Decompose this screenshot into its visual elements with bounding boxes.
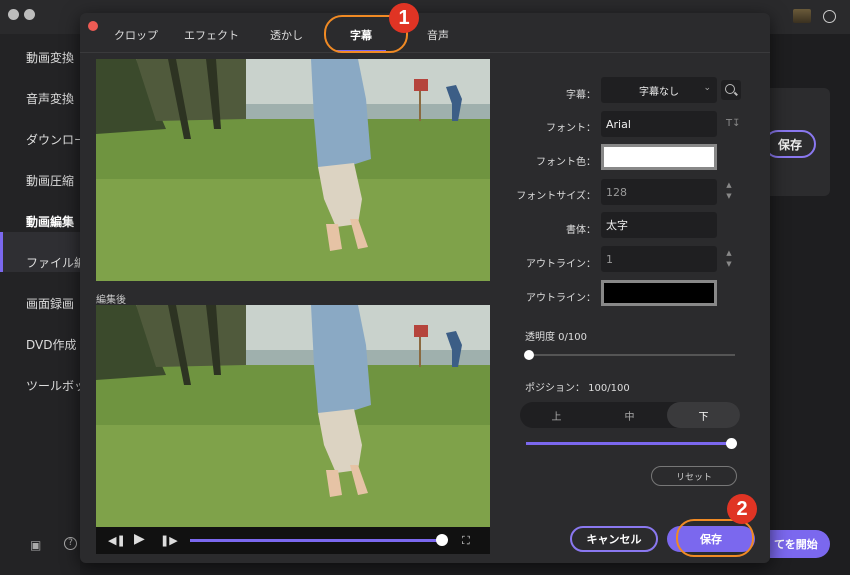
- annotation-highlight-save: [676, 519, 754, 557]
- user-thumbnail-icon[interactable]: [793, 9, 811, 23]
- sidebar-item-dvd[interactable]: DVD作成: [26, 336, 76, 353]
- playback-progress-knob[interactable]: [436, 534, 448, 546]
- sidebar-item-toolbox[interactable]: ツールボッ: [26, 377, 86, 394]
- preview-edited: [96, 305, 490, 527]
- playback-progress-track[interactable]: [190, 539, 442, 542]
- tab-watermark[interactable]: 透かし: [270, 27, 303, 43]
- tab-audio[interactable]: 音声: [427, 27, 449, 43]
- position-slider-knob[interactable]: [726, 438, 737, 449]
- play-icon[interactable]: ▶: [134, 531, 145, 547]
- previous-frame-icon[interactable]: ◀❚: [108, 534, 126, 547]
- chevron-down-icon: ⌄: [703, 83, 711, 93]
- position-option-middle[interactable]: 中: [593, 402, 666, 428]
- opacity-slider-track[interactable]: [529, 354, 735, 356]
- sidebar-item-video-edit[interactable]: 動画編集: [26, 213, 74, 230]
- sidebar-item-audio-convert[interactable]: 音声変換: [26, 90, 74, 107]
- position-slider-track[interactable]: [526, 442, 734, 445]
- position-option-bottom[interactable]: 下: [667, 402, 740, 428]
- position-segmented-control: 上 中 下: [520, 402, 740, 428]
- tab-crop[interactable]: クロップ: [114, 27, 158, 43]
- font-style-field[interactable]: 太字: [601, 212, 717, 238]
- font-size-label: フォントサイズ：: [516, 191, 596, 202]
- background-save-button[interactable]: 保存: [764, 130, 816, 158]
- outline-width-stepper[interactable]: ▲ ▼: [723, 248, 735, 270]
- outline-width-field[interactable]: 1: [601, 246, 717, 272]
- start-all-button[interactable]: てを開始: [770, 530, 830, 558]
- sidebar-item-file-edit[interactable]: ファイル編: [26, 254, 86, 271]
- font-size-field[interactable]: 128: [601, 179, 717, 205]
- position-option-top[interactable]: 上: [520, 402, 593, 428]
- book-icon[interactable]: ▣: [30, 538, 41, 552]
- search-subtitle-icon[interactable]: [721, 80, 741, 100]
- font-size-stepper[interactable]: ▲ ▼: [723, 180, 735, 202]
- annotation-badge-1: 1: [389, 3, 419, 33]
- fullscreen-icon[interactable]: ⛶: [462, 534, 470, 548]
- sidebar-item-screen-record[interactable]: 画面録画: [26, 295, 74, 312]
- font-color-swatch[interactable]: [601, 144, 717, 170]
- reset-button[interactable]: リセット: [651, 466, 737, 486]
- preview-original: [96, 59, 490, 281]
- subtitle-select-value: 字幕なし: [639, 86, 679, 98]
- window-minimize-dot[interactable]: [24, 9, 35, 20]
- outline-color-swatch[interactable]: [601, 280, 717, 306]
- annotation-badge-2: 2: [727, 494, 757, 524]
- window-close-dot[interactable]: [8, 9, 19, 20]
- opacity-slider-knob[interactable]: [524, 350, 534, 360]
- sidebar-item-download[interactable]: ダウンロー: [26, 131, 86, 148]
- preview-edited-image: [96, 305, 490, 527]
- opacity-label: 透明度 0/100: [525, 332, 587, 343]
- next-frame-icon[interactable]: ❚▶: [160, 534, 178, 547]
- message-icon[interactable]: [823, 10, 836, 23]
- preview-original-image: [96, 59, 490, 281]
- player-controls: ◀❚ ▶ ❚▶ ⛶: [96, 527, 490, 554]
- subtitle-label: 字幕：: [566, 90, 596, 101]
- outline-color-label: アウトライン：: [526, 293, 596, 304]
- sidebar-item-video-convert[interactable]: 動画変換: [26, 49, 74, 66]
- edit-dialog: クロップ エフェクト 透かし 字幕 音声 編集後 ◀❚ ▶ ❚▶ ⛶ 字幕： 字…: [80, 13, 770, 563]
- font-color-label: フォント色：: [536, 157, 596, 168]
- outline-width-label: アウトライン：: [526, 259, 596, 270]
- dialog-tabbar: クロップ エフェクト 透かし 字幕 音声: [80, 13, 770, 53]
- app-sidebar: 動画変換 音声変換 ダウンロー 動画圧縮 動画編集 ファイル編 画面録画 DVD…: [0, 34, 86, 575]
- subtitle-select[interactable]: 字幕なし ⌄: [601, 77, 717, 103]
- font-label: フォント：: [546, 123, 596, 134]
- font-style-label: 書体：: [566, 225, 596, 236]
- position-label: ポジション： 100/100: [525, 383, 630, 394]
- help-icon[interactable]: ?: [64, 537, 77, 550]
- font-style-icon[interactable]: T↧: [726, 118, 741, 129]
- preview-after-label: 編集後: [96, 295, 126, 306]
- tab-effect[interactable]: エフェクト: [184, 27, 239, 43]
- sidebar-item-compress[interactable]: 動画圧縮: [26, 172, 74, 189]
- font-field[interactable]: Arial: [601, 111, 717, 137]
- cancel-button[interactable]: キャンセル: [570, 526, 658, 552]
